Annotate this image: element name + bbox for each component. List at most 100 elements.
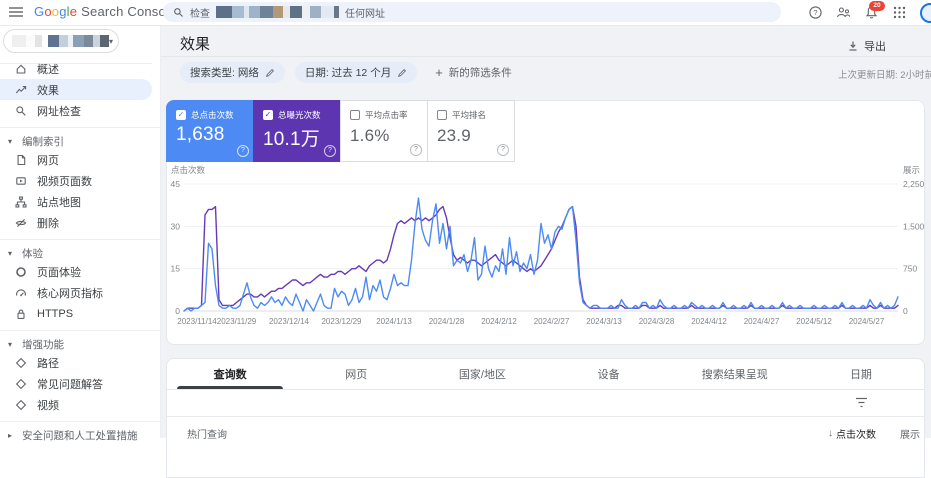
svg-text:2024/5/27: 2024/5/27 (849, 317, 885, 326)
tab-1[interactable]: 网页 (293, 359, 419, 389)
notifications-bell-icon[interactable]: 20 (864, 1, 885, 20)
sidebar-item-14[interactable]: 常见问题解答 (0, 373, 160, 394)
last-updated-text: 上次更新日期: 2小时前 ( (838, 70, 931, 81)
svg-text:2023/11/14: 2023/11/14 (177, 317, 217, 326)
checked-checkbox-icon[interactable]: ✓ (176, 110, 186, 120)
sidebar-item-6[interactable]: 站点地图 (0, 191, 160, 212)
divider (0, 330, 160, 331)
chevron-down-icon: ▾ (8, 248, 13, 258)
sidebar-item-10[interactable]: 核心网页指标 (0, 282, 160, 303)
table-sort-clicks[interactable]: ↓ 点击次数 (828, 426, 876, 441)
apps-grid-icon[interactable] (892, 5, 907, 20)
avatar[interactable] (920, 2, 931, 23)
tab-2[interactable]: 国家/地区 (419, 359, 545, 389)
manage-users-icon[interactable] (836, 5, 851, 20)
svg-text:展示: 展示 (903, 165, 920, 175)
sort-arrow-down-icon: ↓ (828, 428, 833, 439)
sidebar-section-8[interactable]: ▾ 体验 (0, 245, 160, 261)
tab-0[interactable]: 查询数 (167, 359, 293, 389)
unchecked-checkbox-icon[interactable] (350, 110, 360, 120)
metric-tiles: ✓ 总点击次数 1,638? ✓ 总曝光次数 10.1万? 平均点击率 1.6%? 平均排名 23… (166, 100, 515, 162)
export-button[interactable]: 导出 (847, 38, 886, 54)
sidebar-section-label: 编制索引 (22, 135, 64, 148)
tab-4[interactable]: 搜索结果呈现 (672, 359, 798, 389)
add-filter-button[interactable]: + 新的筛选条件 (435, 65, 512, 80)
sidebar-item-7[interactable]: 删除 (0, 212, 160, 233)
sidebar-item-15[interactable]: 视频 (0, 394, 160, 415)
active-tab-underline (177, 386, 284, 389)
svg-text:?: ? (813, 8, 817, 17)
plus-icon: + (435, 65, 443, 80)
sidebar-item-0[interactable]: 概述 (0, 58, 160, 79)
table-header-clicks: 点击次数 (836, 430, 876, 441)
property-selector[interactable]: ▾ (3, 29, 119, 53)
search-suffix: 任何网址 (345, 8, 385, 20)
svg-text:15: 15 (171, 264, 181, 274)
help-icon[interactable]: ? (808, 5, 823, 20)
app-logo[interactable]: Google Search Console (34, 4, 176, 19)
svg-text:2,250: 2,250 (903, 179, 924, 189)
export-label: 导出 (864, 41, 886, 53)
help-circle-icon[interactable]: ? (324, 145, 336, 157)
svg-text:2023/12/29: 2023/12/29 (321, 317, 362, 326)
dimension-table-card: 查询数 网页 国家/地区 设备 搜索结果呈现 日期 热门查询 ↓ 点击次数 展示 (166, 358, 925, 478)
sidebar-item-label: 视频 (37, 399, 59, 412)
main-content: 效果 搜索类型: 网络 日期: 过去 12 个月 + 新的筛选条件 导出 上次更… (161, 25, 931, 478)
performance-line-chart[interactable]: 0 0 15 750 30 1,500 45 2,250 点击次数 展示 2023/11/14 202… (167, 163, 924, 346)
help-circle-icon[interactable]: ? (410, 144, 422, 156)
metric-value: 10.1万 (263, 129, 320, 150)
download-icon (849, 41, 857, 51)
edit-pencil-icon (398, 68, 407, 77)
metric-label: 总点击次数 (191, 110, 234, 120)
hamburger-menu-icon[interactable] (8, 5, 24, 19)
unchecked-checkbox-icon[interactable] (437, 110, 447, 120)
sidebar-item-11[interactable]: HTTPS (0, 303, 160, 324)
divider (0, 127, 160, 128)
search-type-chip[interactable]: 搜索类型: 网络 (180, 62, 285, 83)
metric-value: 1.6% (350, 126, 390, 145)
redacted-property-url (216, 6, 339, 18)
tab-label: 日期 (849, 369, 872, 381)
date-range-chip[interactable]: 日期: 过去 12 个月 (294, 62, 418, 83)
sidebar-section-12[interactable]: ▾ 增强功能 (0, 336, 160, 352)
help-circle-icon[interactable]: ? (237, 145, 249, 157)
svg-text:2024/3/28: 2024/3/28 (639, 317, 675, 326)
svg-text:点击次数: 点击次数 (171, 165, 206, 175)
metric-tile-1[interactable]: ✓ 总曝光次数 10.1万? (253, 100, 341, 162)
search-icon (174, 7, 183, 17)
metric-tile-0[interactable]: ✓ 总点击次数 1,638? (166, 100, 254, 162)
sidebar-item-9[interactable]: 页面体验 (0, 261, 160, 282)
url-inspection-searchbar[interactable]: 检查 任何网址 (163, 2, 781, 22)
sidebar-item-1[interactable]: 效果 (0, 79, 152, 100)
sitemaps-icon (15, 195, 27, 208)
metric-tile-3[interactable]: 平均排名 23.9? (427, 100, 515, 162)
tab-5[interactable]: 日期 (798, 359, 924, 389)
svg-text:750: 750 (903, 264, 917, 274)
table-header-impressions[interactable]: 展示 (900, 426, 920, 441)
metric-tile-2[interactable]: 平均点击率 1.6%? (340, 100, 428, 162)
metric-tile-top: 平均点击率 (350, 109, 419, 121)
metric-value: 23.9 (437, 126, 471, 145)
notification-badge: 20 (869, 1, 885, 11)
table-header-row: 热门查询 ↓ 点击次数 展示 (167, 417, 924, 445)
help-circle-icon[interactable]: ? (497, 144, 509, 156)
sidebar-section-3[interactable]: ▾ 编制索引 (0, 133, 160, 149)
videos-icon (15, 399, 27, 411)
breadcrumbs-icon (15, 357, 27, 369)
sidebar-section-label: 安全问题和人工处置措施 (22, 429, 138, 442)
sidebar-item-5[interactable]: 视频页面数 (0, 170, 160, 191)
sidebar-item-label: 概述 (37, 63, 59, 76)
sidebar-item-4[interactable]: 网页 (0, 149, 160, 170)
tab-label: 查询数 (213, 369, 247, 381)
metric-tile-top: 平均排名 (437, 109, 506, 121)
sidebar-item-2[interactable]: 网址检查 (0, 100, 160, 121)
page-experience-icon (15, 266, 27, 278)
topbar-actions: ? 20 (808, 0, 931, 25)
faq-icon (15, 378, 27, 390)
sidebar-item-13[interactable]: 路径 (0, 352, 160, 373)
checked-checkbox-icon[interactable]: ✓ (263, 110, 273, 120)
filter-icon[interactable] (855, 397, 868, 408)
sidebar-section-16[interactable]: ▸ 安全问题和人工处置措施 (0, 427, 160, 443)
svg-text:2024/2/12: 2024/2/12 (481, 317, 517, 326)
tab-3[interactable]: 设备 (546, 359, 672, 389)
